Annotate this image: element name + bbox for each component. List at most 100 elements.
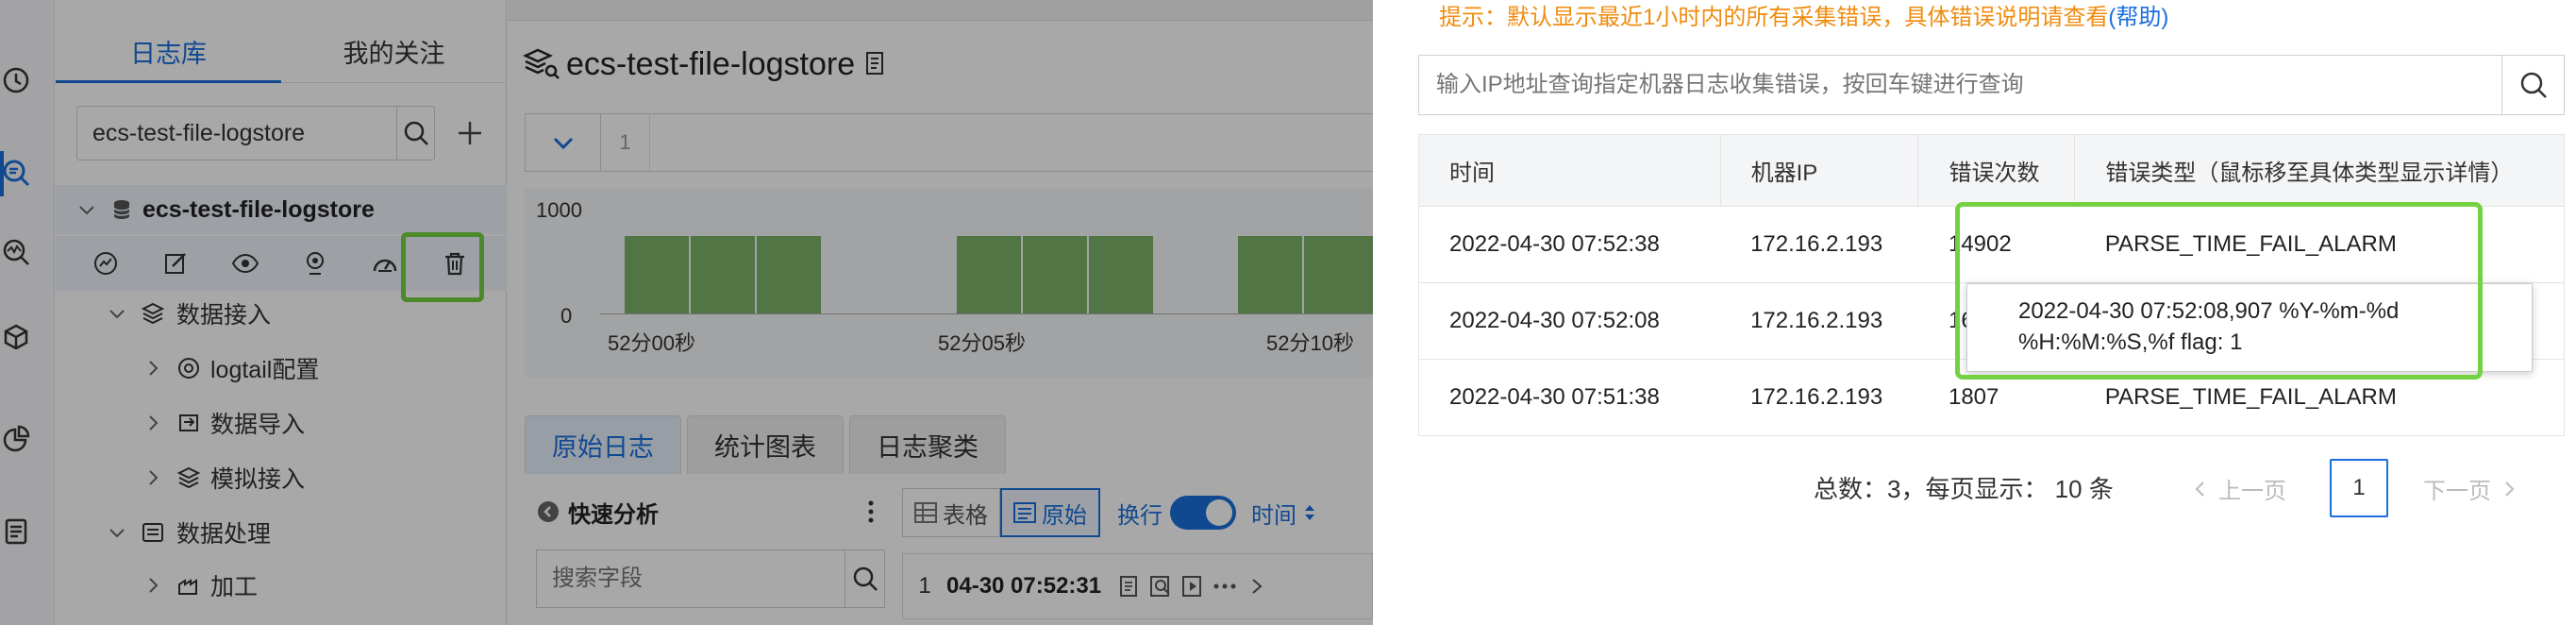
import-icon <box>179 414 198 431</box>
chevron-right-icon[interactable] <box>1241 570 1273 602</box>
tree-item-label: 数据接入 <box>176 302 272 329</box>
log-search-icon[interactable] <box>0 157 32 189</box>
layers-icon <box>141 302 165 325</box>
logstore-layers-icon <box>523 48 560 79</box>
chevron-right-icon <box>149 361 159 376</box>
field-search-button[interactable] <box>845 550 884 607</box>
field-search <box>536 549 885 608</box>
tree-item-label: 数据处理 <box>176 521 272 548</box>
cell-ip: 172.16.2.193 <box>1720 282 1918 360</box>
more-options-button[interactable] <box>857 493 885 531</box>
histogram-bar[interactable] <box>691 236 755 313</box>
log-service-console: 日志库 我的关注 ecs-test-file-logstore ecs-test… <box>0 0 1373 625</box>
time-sort-label: 时间 <box>1251 502 1296 529</box>
column-header-count: 错误次数 <box>1917 134 2076 207</box>
log-histogram: 1000 0 52分00秒 52分05秒 52分10秒 <box>525 189 1373 378</box>
tab-raw-logs[interactable]: 原始日志 <box>525 415 681 474</box>
list-icon <box>142 523 163 542</box>
logstore-sidebar: 日志库 我的关注 ecs-test-file-logstore ecs-test… <box>56 0 507 625</box>
table-view-button[interactable]: 表格 <box>902 488 1000 537</box>
logstore-search-button[interactable] <box>396 107 434 160</box>
monitor-search-icon[interactable] <box>0 236 32 268</box>
tree-item-processing[interactable]: 加工 <box>142 566 258 604</box>
more-horizontal-icon[interactable] <box>1209 570 1241 602</box>
pie-chart-icon[interactable] <box>0 423 32 455</box>
histogram-xtick: 52分10秒 <box>1266 331 1354 355</box>
logstore-title-text: ecs-test-file-logstore <box>566 45 856 82</box>
tree-item-data-ingest[interactable]: 数据接入 <box>107 295 271 332</box>
tree-item-simulated-ingest[interactable]: 模拟接入 <box>142 459 305 497</box>
add-logstore-button[interactable] <box>446 106 493 160</box>
layers-icon <box>176 466 201 489</box>
logstore-main: ecs-test-file-logstore 1 1000 0 52分00秒 5… <box>508 0 1373 625</box>
next-page-button[interactable]: 下一页 <box>2423 472 2517 505</box>
tab-charts[interactable]: 统计图表 <box>687 415 844 474</box>
collapse-icon <box>538 501 559 522</box>
cube-icon[interactable] <box>0 321 32 353</box>
live-tail-icon[interactable] <box>1177 570 1209 602</box>
edit-action[interactable] <box>141 236 210 291</box>
copy-icon[interactable] <box>1112 570 1145 602</box>
chevron-right-icon <box>149 470 159 485</box>
raw-view-button[interactable]: 原始 <box>1000 488 1100 537</box>
dashboard-action[interactable] <box>71 236 141 291</box>
tree-item-data-processing[interactable]: 数据处理 <box>107 514 271 551</box>
histogram-bar[interactable] <box>1238 236 1302 313</box>
highlight-diagnose-button <box>401 232 484 302</box>
trend-icon <box>94 252 117 275</box>
edit-icon <box>165 253 186 274</box>
alert-action[interactable] <box>280 236 350 291</box>
query-input[interactable] <box>650 114 1373 171</box>
highlight-error-type <box>1955 202 2483 380</box>
query-line-number: 1 <box>601 114 650 171</box>
tree-item-data-import[interactable]: 数据导入 <box>142 404 305 442</box>
help-link[interactable]: (帮助) <box>2108 5 2168 30</box>
histogram-bar[interactable] <box>757 236 821 313</box>
histogram-bar[interactable] <box>1089 236 1153 313</box>
histogram-bar[interactable] <box>625 236 689 313</box>
tab-my-favorites[interactable]: 我的关注 <box>281 21 507 82</box>
wrap-label: 换行 <box>1117 502 1163 529</box>
chevron-down-icon <box>109 310 125 319</box>
table-icon <box>914 502 937 523</box>
query-type-toggle[interactable] <box>526 114 601 171</box>
history-icon[interactable] <box>0 64 32 96</box>
copy-icon[interactable] <box>862 50 887 78</box>
histogram-bar[interactable] <box>1023 236 1087 313</box>
tab-log-clustering[interactable]: 日志聚类 <box>849 415 1006 474</box>
ip-search-button[interactable] <box>2501 56 2564 114</box>
chevron-right-icon <box>2505 481 2515 497</box>
hint-banner: 提示：默认显示最近1小时内的所有采集错误，具体错误说明请查看(帮助) <box>1439 0 2168 31</box>
tree-item-logtail-config[interactable]: logtail配置 <box>142 349 319 387</box>
histogram-ytick: 1000 <box>536 198 582 222</box>
logstore-tree-root[interactable]: ecs-test-file-logstore <box>56 185 507 234</box>
log-view-tabs: 原始日志 统计图表 日志聚类 <box>525 415 1012 474</box>
quick-analysis-header[interactable]: 快速分析 <box>536 493 659 531</box>
tab-logstores[interactable]: 日志库 <box>56 21 281 83</box>
search-icon <box>2520 72 2547 98</box>
time-sort-button[interactable]: 时间 <box>1251 497 1317 530</box>
preview-action[interactable] <box>210 236 280 291</box>
chevron-down-icon <box>79 206 94 215</box>
current-page[interactable]: 1 <box>2330 459 2388 517</box>
context-search-icon[interactable] <box>1145 570 1177 602</box>
field-search-input[interactable] <box>537 550 845 607</box>
logstore-search-input[interactable] <box>77 107 396 160</box>
pagination-summary: 总数：3，每页显示： 10 条 <box>1814 475 2114 503</box>
gauge-icon <box>373 259 397 272</box>
log-entry: 1 04-30 07:52:31 <box>902 553 1373 619</box>
sort-icon <box>1305 505 1314 520</box>
search-icon <box>853 566 878 591</box>
ip-search-input[interactable] <box>1419 56 2501 114</box>
prev-page-button[interactable]: 上一页 <box>2192 472 2286 505</box>
report-icon[interactable] <box>0 515 32 548</box>
wrap-toggle[interactable] <box>1170 496 1236 530</box>
logstore-search <box>76 106 435 160</box>
search-icon <box>404 121 428 145</box>
histogram-bar[interactable] <box>1304 236 1373 313</box>
histogram-bar[interactable] <box>957 236 1021 313</box>
collection-errors-drawer: 提示：默认显示最近1小时内的所有采集错误，具体错误说明请查看(帮助) 时间 机器… <box>1373 0 2576 625</box>
sidebar-tabs: 日志库 我的关注 <box>56 21 507 83</box>
histogram-xtick: 52分00秒 <box>608 331 695 355</box>
hint-text: 提示：默认显示最近1小时内的所有采集错误，具体错误说明请查看 <box>1439 5 2109 30</box>
